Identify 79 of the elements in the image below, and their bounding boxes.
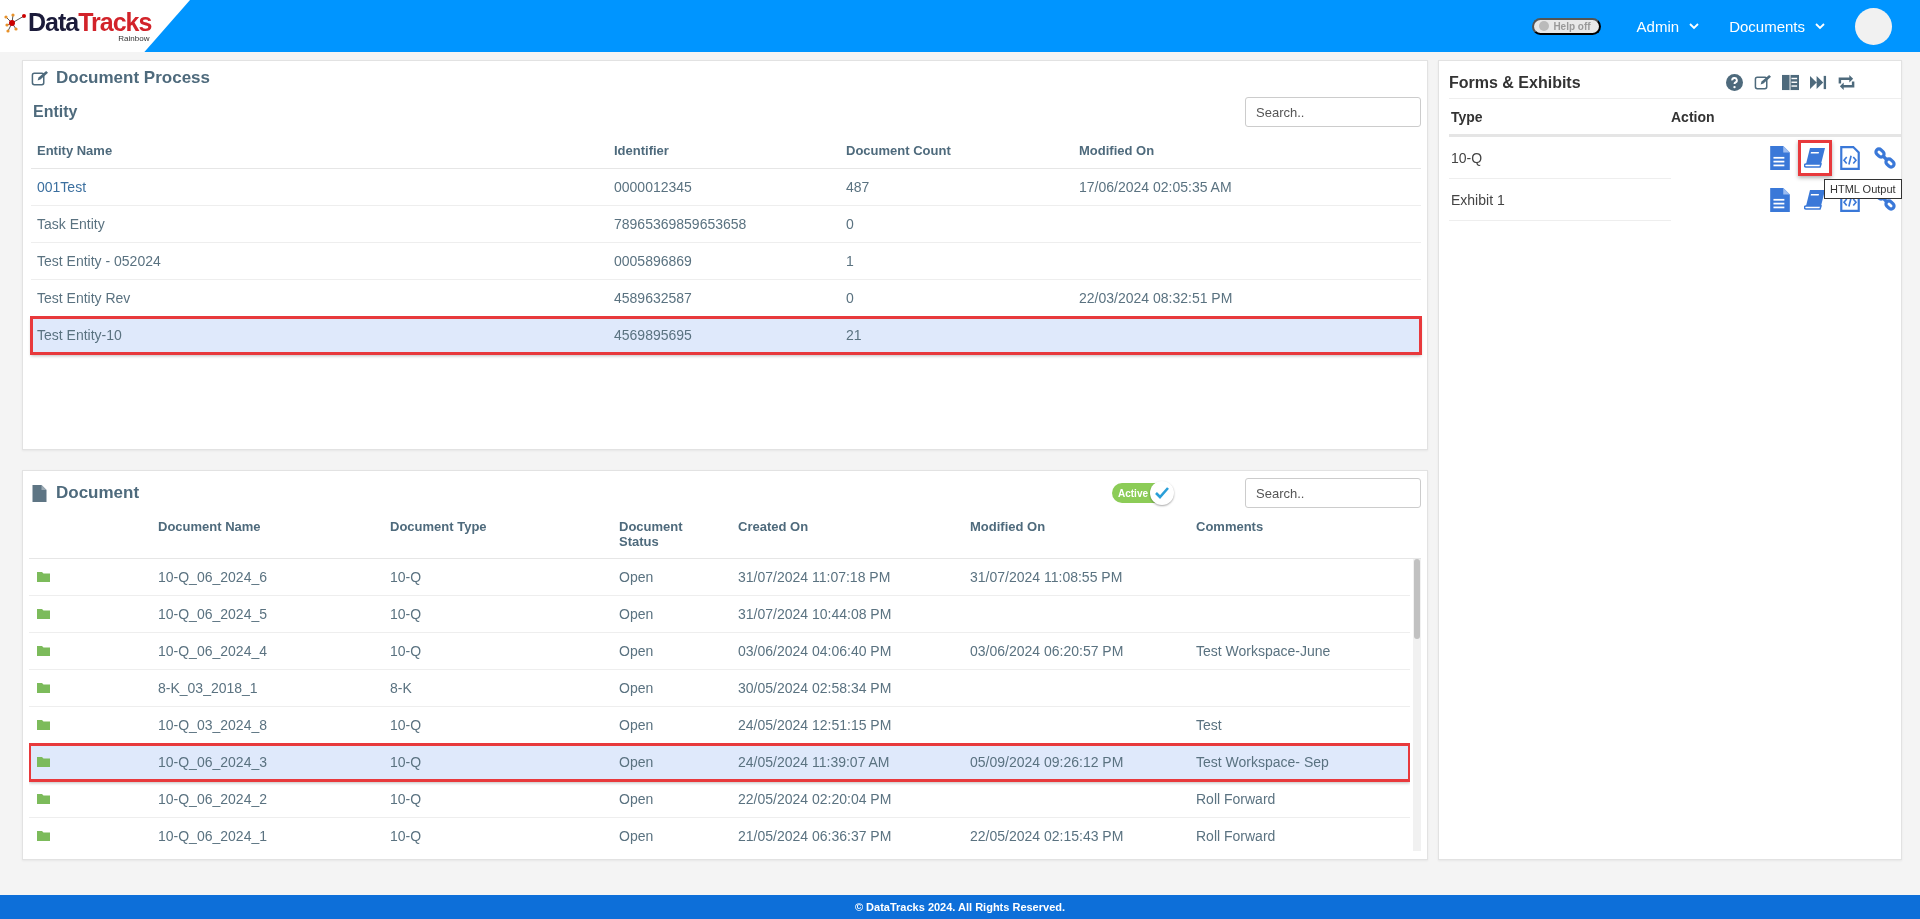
table-cell-text: 8-K xyxy=(389,680,413,696)
column-header: Action xyxy=(1670,108,1716,125)
table-cell-text: 10-Q_06_2024_1 xyxy=(157,828,268,844)
table-cell-text: 03/06/2024 04:06:40 PM xyxy=(737,643,893,659)
table-cell-text: 10-Q xyxy=(389,828,423,844)
table-cell-text: 24/05/2024 11:39:07 AM xyxy=(737,754,891,770)
table-cell-text: 0000012345 xyxy=(613,179,693,195)
table-cell-text: Open xyxy=(618,680,655,696)
table-cell-text: 10-Q xyxy=(1450,149,1484,166)
column-header: Modified On xyxy=(969,519,1047,534)
section-title: Entity xyxy=(32,103,78,121)
table-cell-text: 0005896869 xyxy=(613,253,693,269)
table-cell-text: 22/05/2024 02:20:04 PM xyxy=(737,791,893,807)
table-cell-text: 10-Q xyxy=(389,791,423,807)
table-cell-text: 05/09/2024 09:26:12 PM xyxy=(969,754,1125,770)
column-header: Document Count xyxy=(845,143,952,158)
table-cell-text: Open xyxy=(618,754,655,770)
table-cell-text: Test Workspace-June xyxy=(1195,643,1332,659)
table-cell-text: 31/07/2024 11:08:55 PM xyxy=(969,569,1124,585)
table-cell-text: 10-Q xyxy=(389,569,423,585)
table-cell-text: 10-Q xyxy=(389,606,423,622)
table-cell-text: 10-Q xyxy=(389,717,423,733)
table-cell-text: 487 xyxy=(845,179,871,195)
table-cell-text: Open xyxy=(618,643,655,659)
table-cell-text: Test xyxy=(1195,717,1223,733)
table-cell-text: Test Entity Rev xyxy=(36,290,132,306)
table-cell-text: 24/05/2024 12:51:15 PM xyxy=(737,717,893,733)
logo-tagline: Rainbow xyxy=(118,35,150,43)
table-cell-text: 21 xyxy=(845,327,863,343)
table-cell-text: 31/07/2024 11:07:18 PM xyxy=(737,569,892,585)
table-cell-text: 22/05/2024 02:15:43 PM xyxy=(969,828,1125,844)
table-cell-text: Task Entity xyxy=(36,216,106,232)
table-cell-text: Exhibit 1 xyxy=(1450,191,1506,208)
column-header: Modified On xyxy=(1078,143,1156,158)
column-header: Created On xyxy=(737,519,810,534)
table-cell-text: 78965369859653658 xyxy=(613,216,748,232)
table-cell-text: 03/06/2024 06:20:57 PM xyxy=(969,643,1125,659)
table-cell-text: 21/05/2024 06:36:37 PM xyxy=(737,828,893,844)
table-cell-text: 10-Q_06_2024_6 xyxy=(157,569,268,585)
footer-text: © DataTracks 2024. All Rights Reserved. xyxy=(0,895,1920,919)
panel-title: Document Process xyxy=(56,68,210,88)
table-cell-text: 0 xyxy=(845,216,855,232)
table-cell-text: Roll Forward xyxy=(1195,828,1277,844)
table-cell-text: Open xyxy=(618,791,655,807)
table-cell-text: Roll Forward xyxy=(1195,791,1277,807)
table-cell-text: 10-Q xyxy=(389,643,423,659)
table-cell-text: 4569895695 xyxy=(613,327,693,343)
table-cell-text: Test Workspace- Sep xyxy=(1195,754,1330,770)
table-cell-text: Test Entity-10 xyxy=(36,327,123,343)
table-cell-text: 0 xyxy=(845,290,855,306)
column-header: Document Name xyxy=(157,519,262,534)
table-cell-text: 10-Q_06_2024_4 xyxy=(157,643,268,659)
table-cell-text: 17/06/2024 02:05:35 AM xyxy=(1078,179,1233,195)
column-header: Comments xyxy=(1195,519,1265,534)
column-header: Identifier xyxy=(613,143,670,158)
table-cell-text: Open xyxy=(618,717,655,733)
column-header: Entity Name xyxy=(36,143,114,158)
table-cell-text: Test Entity - 052024 xyxy=(36,253,162,269)
panel-title: Forms & Exhibits xyxy=(1449,73,1582,92)
table-cell-text: Open xyxy=(618,569,655,585)
table-cell-text: 30/05/2024 02:58:34 PM xyxy=(737,680,893,696)
table-cell-text: Open xyxy=(618,606,655,622)
table-cell-text: 10-Q_06_2024_3 xyxy=(157,754,268,770)
column-header: Document Type xyxy=(389,519,488,534)
table-cell-text: 10-Q xyxy=(389,754,423,770)
table-cell-text: 001Test xyxy=(36,179,88,195)
panel-title: Document xyxy=(56,483,140,503)
table-cell-text: 10-Q_06_2024_2 xyxy=(157,791,268,807)
table-cell-text: 8-K_03_2018_1 xyxy=(157,680,259,696)
table-cell-text: 10-Q_03_2024_8 xyxy=(157,717,268,733)
table-cell-text: 4589632587 xyxy=(613,290,693,306)
column-header: Type xyxy=(1450,108,1484,125)
logo-wordmark: DataTracks xyxy=(28,9,152,35)
table-cell-text: 1 xyxy=(845,253,855,269)
table-cell-text: 22/03/2024 08:32:51 PM xyxy=(1078,290,1234,306)
table-cell-text: 31/07/2024 10:44:08 PM xyxy=(737,606,893,622)
table-cell-text: 10-Q_06_2024_5 xyxy=(157,606,268,622)
column-header: Document Status xyxy=(618,519,684,549)
table-cell-text: Open xyxy=(618,828,655,844)
